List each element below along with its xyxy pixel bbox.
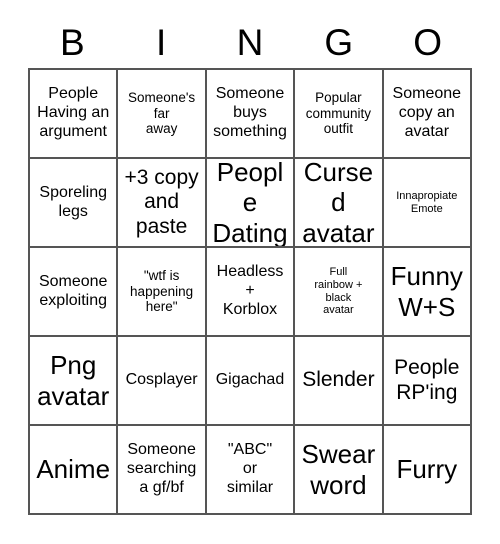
- bingo-cell-label: Full rainbow + black avatar: [314, 265, 363, 317]
- bingo-cell-label: Someone exploiting: [38, 272, 108, 309]
- bingo-card: B I N G O People Having an argument Someo…: [28, 0, 472, 515]
- bingo-cell-label: Someone searching a gf/bf: [126, 441, 197, 496]
- bingo-cell-label: "wtf is happening here": [130, 267, 194, 315]
- bingo-cell-label: Cursed avatar: [302, 159, 375, 248]
- bingo-header-letter-b: B: [60, 21, 85, 63]
- bingo-cell-label: Funny W+S: [390, 261, 463, 322]
- bingo-cell-label: Sporeling legs: [39, 183, 107, 220]
- bingo-cell-label: Png avatar: [37, 350, 110, 411]
- bingo-cell[interactable]: Popular community outfit: [295, 70, 384, 159]
- bingo-cell-label: Innapropiate Emote: [396, 189, 458, 215]
- bingo-cell[interactable]: Someone copy an avatar: [383, 70, 472, 159]
- bingo-cell[interactable]: Png avatar: [30, 337, 119, 426]
- bingo-header-row: B I N G O: [28, 0, 472, 68]
- bingo-cell-label: People Dating: [212, 159, 288, 248]
- bingo-cell[interactable]: "ABC" or similar: [206, 426, 296, 515]
- bingo-cell-label: Someone buys something: [213, 85, 287, 140]
- bingo-cell-label: Furry: [396, 454, 458, 485]
- bingo-cell-label: Anime: [36, 454, 111, 485]
- bingo-header-letter-o: O: [413, 21, 442, 63]
- bingo-cell[interactable]: Gigachad: [206, 337, 296, 426]
- bingo-cell-label: People Having an argument: [37, 85, 110, 140]
- bingo-cell-label: Slender: [302, 368, 375, 392]
- bingo-cell-label: Someone's far away: [128, 89, 196, 137]
- bingo-header-letter-i: I: [156, 21, 167, 63]
- bingo-cell[interactable]: Sporeling legs: [30, 159, 119, 248]
- bingo-cell-label: Popular community outfit: [305, 89, 372, 137]
- bingo-cell[interactable]: Anime: [30, 426, 119, 515]
- bingo-cell[interactable]: Cursed avatar: [295, 159, 384, 248]
- bingo-cell[interactable]: "wtf is happening here": [118, 248, 207, 337]
- bingo-cell[interactable]: Headless + Korblox: [206, 248, 296, 337]
- bingo-cell-label: Cosplayer: [125, 371, 198, 389]
- bingo-cell-label: Headless + Korblox: [216, 263, 284, 318]
- bingo-cell[interactable]: Swear word: [295, 426, 384, 515]
- bingo-cell[interactable]: Cosplayer: [118, 337, 207, 426]
- bingo-cell[interactable]: Funny W+S: [383, 248, 472, 337]
- bingo-header-letter-n: N: [236, 21, 264, 63]
- bingo-cell-label: +3 copy and paste: [124, 165, 199, 238]
- bingo-cell[interactable]: Slender: [295, 337, 384, 426]
- bingo-cell[interactable]: Full rainbow + black avatar: [295, 248, 384, 337]
- bingo-cell[interactable]: People Dating: [206, 159, 296, 248]
- bingo-cell-label: Someone copy an avatar: [392, 85, 462, 140]
- bingo-cell-label: People RP'ing: [394, 355, 460, 404]
- bingo-cell[interactable]: People Having an argument: [30, 70, 119, 159]
- bingo-cell-label: Swear word: [301, 439, 376, 500]
- bingo-cell[interactable]: Furry: [383, 426, 472, 515]
- bingo-cell[interactable]: Innapropiate Emote: [383, 159, 472, 248]
- bingo-cell[interactable]: Someone's far away: [118, 70, 207, 159]
- bingo-cell[interactable]: Someone buys something: [206, 70, 296, 159]
- bingo-cell[interactable]: +3 copy and paste: [118, 159, 207, 248]
- bingo-cell-label: "ABC" or similar: [226, 441, 274, 496]
- bingo-cell[interactable]: Someone exploiting: [30, 248, 119, 337]
- bingo-cell[interactable]: People RP'ing: [383, 337, 472, 426]
- bingo-grid: People Having an argument Someone's far a…: [28, 68, 472, 515]
- bingo-header-letter-g: G: [324, 21, 354, 63]
- bingo-cell-label: Gigachad: [215, 371, 285, 389]
- bingo-cell[interactable]: Someone searching a gf/bf: [118, 426, 207, 515]
